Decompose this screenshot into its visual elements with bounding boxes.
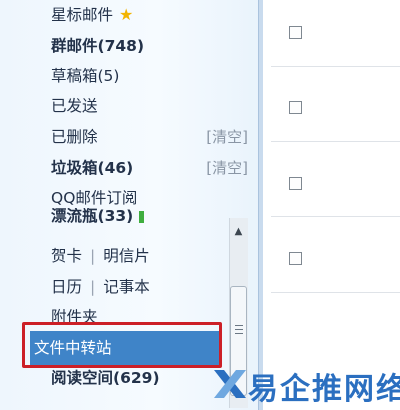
folder-deleted[interactable]: 已删除 <box>51 124 98 150</box>
folder-sent[interactable]: 已发送 <box>51 93 98 119</box>
reading-space-item[interactable]: 阅读空间(629) <box>51 365 160 391</box>
folder-deleted-label: 已删除 <box>51 128 98 146</box>
mail-row-divider <box>271 216 400 217</box>
calendar-link[interactable]: 日历 <box>51 278 82 296</box>
mail-row-divider <box>271 66 400 67</box>
folder-starred[interactable]: 星标邮件 ★ <box>51 2 133 28</box>
link-separator: | <box>90 278 96 296</box>
mail-row-checkbox[interactable] <box>289 177 302 190</box>
scroll-up-arrow-icon[interactable]: ▲ <box>229 224 248 240</box>
watermark-x-icon <box>214 370 246 398</box>
folder-drafts[interactable]: 草稿箱(5) <box>51 63 119 89</box>
panel-splitter[interactable] <box>258 0 263 410</box>
star-icon: ★ <box>119 5 134 24</box>
mail-row-divider <box>271 292 400 293</box>
empty-deleted-button[interactable]: [清空] <box>206 124 248 150</box>
card-postcard-row: 贺卡 | 明信片 <box>51 243 150 269</box>
new-indicator-icon <box>139 210 145 223</box>
folder-spam[interactable]: 垃圾箱(46) <box>51 155 133 181</box>
notepad-link[interactable]: 记事本 <box>103 278 150 296</box>
mail-row-checkbox[interactable] <box>289 101 302 114</box>
empty-spam-button[interactable]: [清空] <box>206 155 248 181</box>
highlight-annotation-box <box>22 322 222 368</box>
card-link[interactable]: 贺卡 <box>51 247 82 265</box>
watermark-logo: 易企推网络 <box>210 362 400 408</box>
folder-starred-label: 星标邮件 <box>51 6 114 24</box>
reading-space-label: 阅读空间(629) <box>51 369 160 387</box>
folder-group-mail[interactable]: 群邮件(748) <box>51 33 144 59</box>
folder-drafts-label: 草稿箱(5) <box>51 67 120 85</box>
mail-row-checkbox[interactable] <box>289 26 302 39</box>
drift-bottle-label: 漂流瓶(33) <box>51 208 134 225</box>
scroll-grip-icon <box>235 325 243 337</box>
mail-folder-panel: 星标邮件 ★ 群邮件(748) 草稿箱(5) 已发送 已删除 [清空] 垃圾箱(4… <box>0 0 262 410</box>
link-separator: | <box>90 247 96 265</box>
calendar-notepad-row: 日历 | 记事本 <box>51 274 150 300</box>
drift-bottle-item[interactable]: 漂流瓶(33) <box>51 208 145 229</box>
mail-row-divider <box>271 141 400 142</box>
watermark-text: 易企推网络 <box>248 372 400 407</box>
folder-group-mail-label: 群邮件(748) <box>51 37 145 55</box>
postcard-link[interactable]: 明信片 <box>103 247 150 265</box>
mail-row-checkbox[interactable] <box>289 252 302 265</box>
folder-spam-label: 垃圾箱(46) <box>51 159 134 177</box>
folder-sent-label: 已发送 <box>51 97 98 115</box>
folder-qq-subscription-label: QQ邮件订阅 <box>51 189 138 207</box>
